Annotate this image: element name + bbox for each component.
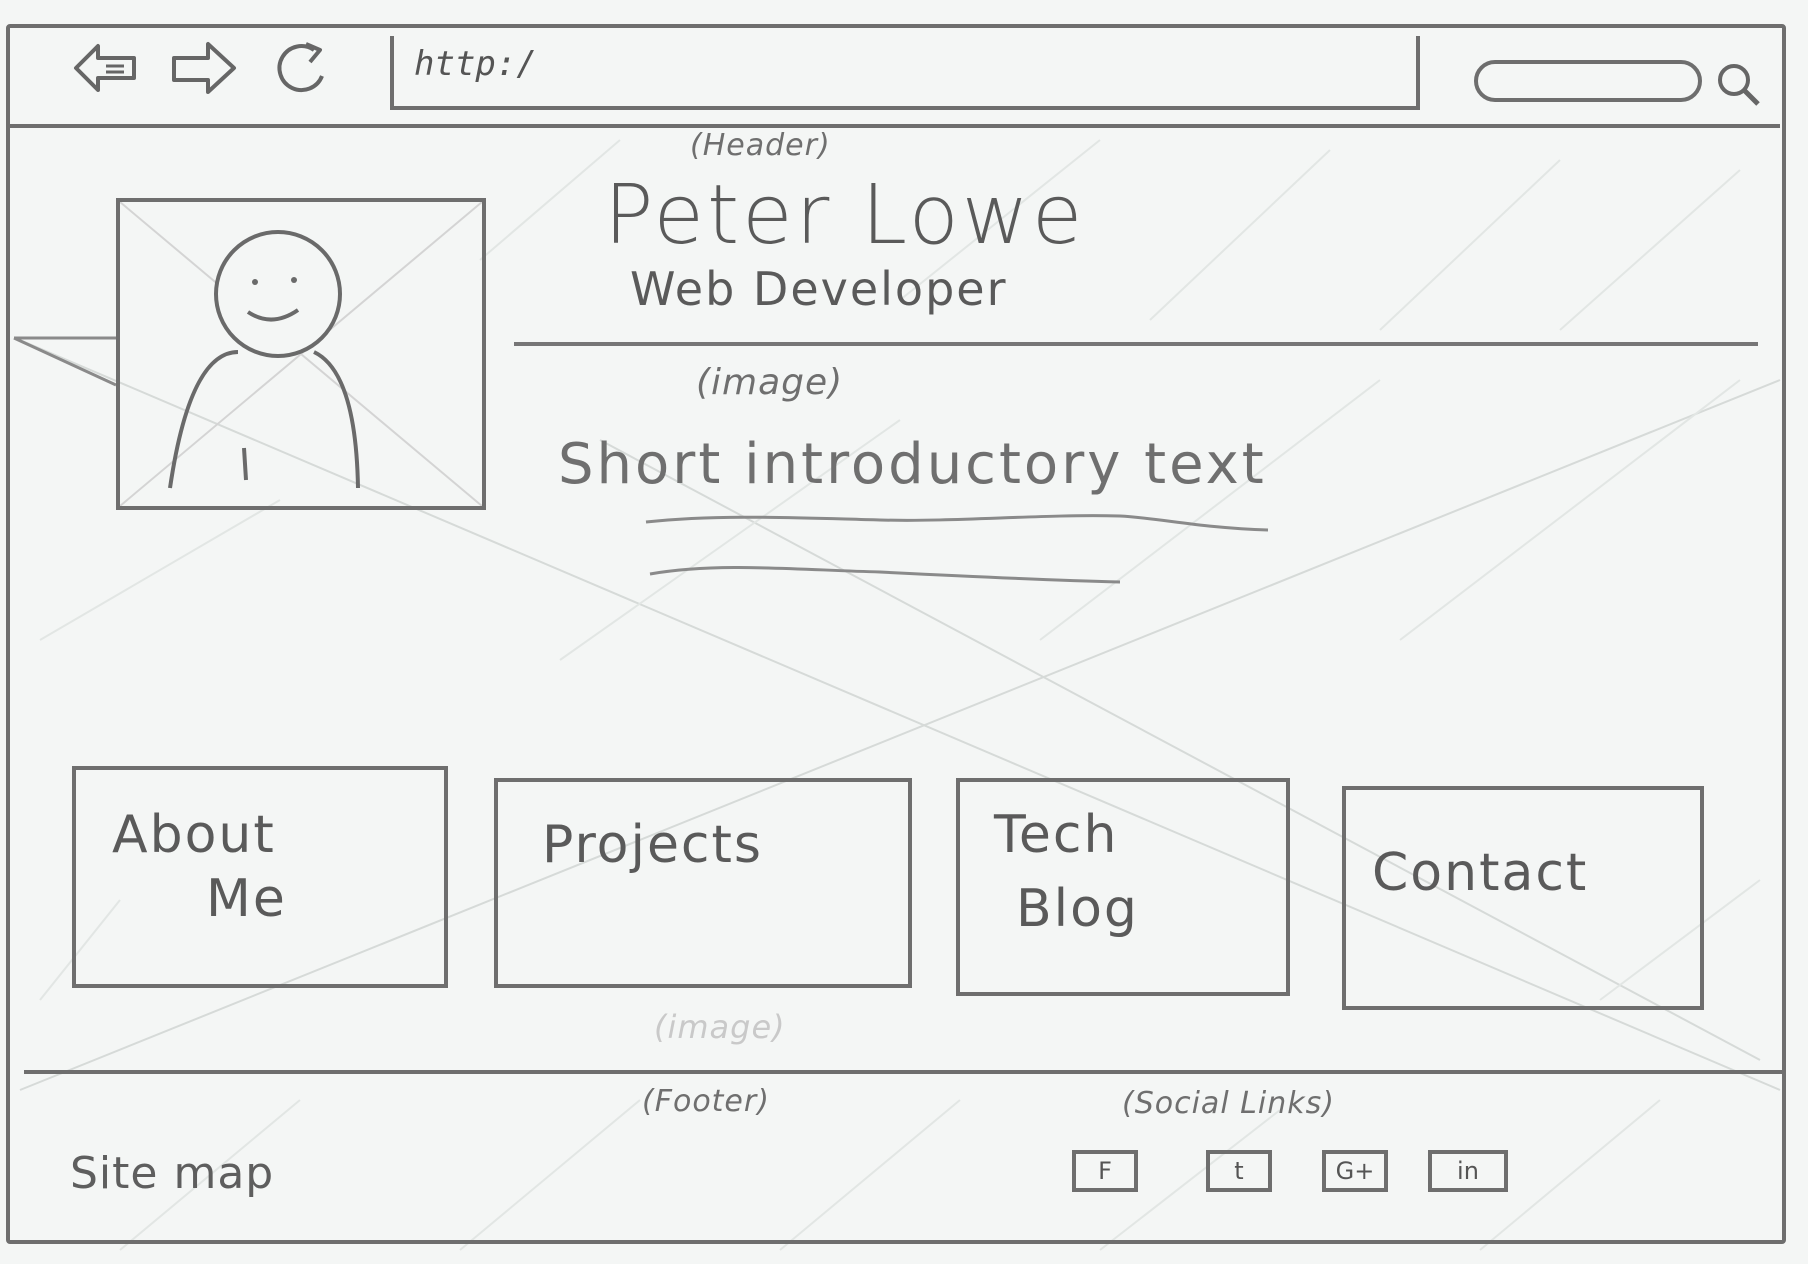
- header-divider: [514, 342, 1758, 346]
- image-annotation-bottom: (image): [654, 1008, 786, 1046]
- tile-tech-blog[interactable]: Tech Blog: [956, 778, 1290, 996]
- tile-projects[interactable]: Projects: [494, 778, 912, 988]
- address-bar[interactable]: http:/: [390, 36, 1420, 110]
- back-arrow-icon: [74, 44, 136, 92]
- page-title: Peter Lowe: [604, 168, 1086, 263]
- intro-placeholder-lines: [645, 514, 1269, 584]
- intro-text: Short introductory text: [558, 432, 1267, 497]
- back-button[interactable]: [72, 38, 142, 98]
- forward-arrow-icon: [172, 42, 236, 94]
- tile-about-me[interactable]: About Me: [72, 766, 448, 988]
- social-links-annotation: (Social Links): [1122, 1086, 1335, 1121]
- image-annotation: (image): [696, 362, 844, 403]
- forward-button[interactable]: [168, 38, 238, 98]
- header-annotation: (Header): [690, 128, 831, 163]
- linkedin-icon[interactable]: in: [1428, 1150, 1508, 1192]
- address-bar-text: http:/: [414, 44, 537, 84]
- person-avatar-icon: [120, 202, 482, 506]
- tile-projects-label: Projects: [542, 815, 764, 875]
- tile-about-me-line2: Me: [206, 869, 287, 929]
- profile-image: [116, 198, 486, 510]
- facebook-icon[interactable]: F: [1072, 1150, 1138, 1192]
- tile-tech-blog-line2: Blog: [1016, 879, 1139, 939]
- tile-tech-blog-line1: Tech: [994, 805, 1119, 865]
- footer-annotation: (Footer): [642, 1084, 770, 1119]
- google-plus-icon[interactable]: G+: [1322, 1150, 1388, 1192]
- page-subtitle: Web Developer: [630, 262, 1008, 316]
- search-button[interactable]: [1712, 58, 1764, 110]
- tile-about-me-line1: About: [112, 805, 276, 865]
- reload-button[interactable]: [270, 38, 340, 98]
- tile-contact[interactable]: Contact: [1342, 786, 1704, 1010]
- site-map-link[interactable]: Site map: [70, 1148, 274, 1199]
- twitter-icon[interactable]: t: [1206, 1150, 1272, 1192]
- reload-icon: [277, 42, 324, 93]
- footer-divider: [24, 1070, 1784, 1074]
- search-input[interactable]: [1474, 60, 1702, 102]
- tile-contact-label: Contact: [1372, 843, 1589, 903]
- search-icon: [1718, 64, 1760, 106]
